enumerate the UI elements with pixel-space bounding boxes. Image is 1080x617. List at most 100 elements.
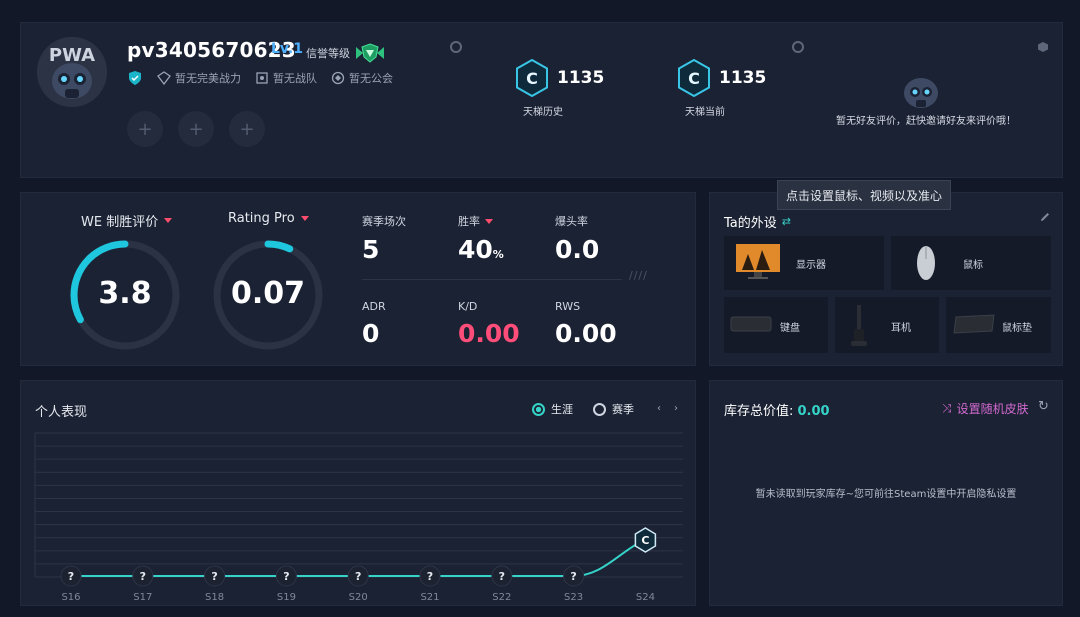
- ladder-current-value: 1135: [719, 68, 767, 88]
- stat-value: 0.00: [555, 319, 617, 348]
- add-slot-button[interactable]: +: [229, 111, 265, 147]
- gear-headset-label: 耳机: [891, 323, 911, 334]
- stat-headshot: 爆头率 0.0: [555, 213, 599, 264]
- hatch-decoration: ////: [629, 269, 648, 282]
- random-skin-label: 设置随机皮肤: [956, 402, 1029, 416]
- season-tick-label: S19: [277, 592, 296, 603]
- badge-row: 暂无完美战力 暂无战队 暂无公会: [127, 70, 393, 86]
- season-tick-label: S23: [564, 592, 583, 603]
- season-tick-label: S21: [420, 592, 439, 603]
- stat-label: 胜率: [458, 215, 480, 228]
- stat-label: ADR: [362, 300, 386, 313]
- performance-panel: 个人表现 生涯 赛季 ‹ › ? S16? S17? S18? S19? S20? S21?…: [20, 380, 696, 606]
- stat-value: 40%: [458, 235, 504, 264]
- rating-pro-value: 0.07: [230, 276, 306, 311]
- unknown-rank-mark: ?: [140, 570, 146, 583]
- team-icon: [256, 72, 268, 84]
- badge-slots: + + +: [127, 111, 265, 147]
- season-tick-label: S22: [492, 592, 511, 603]
- monitor-icon: [736, 244, 780, 279]
- stat-label: K/D: [458, 300, 478, 313]
- gear-title-row: Ta的外设 ⇄: [724, 212, 791, 231]
- stat-label: 爆头率: [555, 215, 588, 228]
- gear-panel: Ta的外设 ⇄ 显示器 鼠标 键盘 耳机 鼠标垫: [709, 192, 1063, 366]
- ladder-history-value: 1135: [557, 68, 605, 88]
- unknown-rank-mark: ?: [355, 570, 361, 583]
- mousepad-icon: [953, 314, 995, 334]
- rating-pro-label: Rating Pro: [228, 211, 295, 226]
- performance-chart: ? S16? S17? S18? S19? S20? S21? S22? S23 C S24: [34, 432, 683, 603]
- headset-icon: [851, 305, 867, 346]
- refresh-icon[interactable]: ↻: [1038, 399, 1049, 414]
- level-badge: Lv.1: [271, 41, 303, 57]
- season-tick-label: S16: [61, 592, 80, 603]
- badge-power-label: 暂无完美战力: [175, 72, 241, 85]
- season-tick-label: S18: [205, 592, 224, 603]
- gear-card-mouse[interactable]: 鼠标: [891, 236, 1051, 290]
- shuffle-icon: ⤨: [942, 401, 952, 415]
- unknown-rank-mark: ?: [68, 570, 74, 583]
- stat-winrate[interactable]: 胜率 40%: [458, 213, 504, 264]
- ladder-current-label: 天梯当前: [685, 107, 725, 118]
- stat-value: 5: [362, 235, 380, 264]
- trust-level[interactable]: 信誉等级: [306, 43, 386, 63]
- we-rating-title[interactable]: WE 制胜评价: [81, 211, 173, 230]
- settings-gear-icon[interactable]: [450, 41, 462, 53]
- svg-text:C: C: [688, 69, 700, 88]
- stat-value: 0: [362, 319, 380, 348]
- rating-pro-title[interactable]: Rating Pro: [228, 211, 309, 226]
- gear-mouse-label: 鼠标: [963, 260, 983, 271]
- stat-label: 赛季场次: [362, 215, 406, 228]
- gear-card-headset[interactable]: 耳机: [835, 297, 939, 353]
- gear-keyboard-label: 键盘: [780, 323, 800, 334]
- percent-unit: %: [492, 248, 504, 261]
- shuffle-icon[interactable]: ⇄: [782, 215, 791, 228]
- gear-card-mousepad[interactable]: 鼠标垫: [946, 297, 1051, 353]
- ladder-history-label: 天梯历史: [523, 107, 563, 118]
- gear-card-monitor[interactable]: 显示器: [724, 236, 884, 290]
- badge-power[interactable]: 暂无完美战力: [157, 70, 241, 86]
- random-skin-button[interactable]: ⤨ 设置随机皮肤: [942, 400, 1029, 417]
- add-slot-button[interactable]: +: [127, 111, 163, 147]
- ladder-history: C 1135 天梯历史: [515, 59, 604, 118]
- cube-icon[interactable]: [1037, 41, 1049, 53]
- gear-card-keyboard[interactable]: 键盘: [724, 297, 828, 353]
- rank-c-icon: C: [516, 59, 548, 97]
- divider: [362, 279, 622, 280]
- trust-label: 信誉等级: [306, 47, 350, 60]
- unknown-rank-mark: ?: [499, 570, 505, 583]
- add-slot-button[interactable]: +: [178, 111, 214, 147]
- ladder-current: C 1135 天梯当前: [677, 59, 766, 118]
- friend-mascot-icon: [904, 78, 938, 108]
- stat-value: 0.00: [458, 319, 520, 348]
- inventory-panel: 库存总价值: 0.00 ⤨ 设置随机皮肤 ↻ 暂未读取到玩家库存~您可前往Ste…: [709, 380, 1063, 606]
- badge-team[interactable]: 暂无战队: [255, 70, 317, 86]
- profile-panel: PWA pv3405670623 Lv.1 信誉等级 暂无完美战力 暂无战队 暂…: [20, 22, 1063, 178]
- shield-check-icon: [129, 71, 141, 85]
- stat-label: RWS: [555, 300, 581, 313]
- badge-guild[interactable]: 暂无公会: [331, 70, 393, 86]
- trust-shield-icon: [356, 43, 384, 63]
- we-rating-value: 3.8: [98, 276, 152, 311]
- season-tick-label: S24: [636, 592, 655, 603]
- gear-monitor-label: 显示器: [796, 260, 826, 271]
- rank-c-icon: C: [678, 59, 710, 97]
- inventory-title-row: 库存总价值: 0.00: [724, 400, 830, 419]
- keyboard-icon: [730, 316, 772, 332]
- guild-icon: [331, 71, 345, 85]
- season-tick-label: S17: [133, 592, 152, 603]
- stat-adr: ADR 0: [362, 300, 386, 348]
- stat-matches: 赛季场次 5: [362, 213, 406, 264]
- unknown-rank-mark: ?: [570, 570, 576, 583]
- season-tick-label: S20: [349, 592, 368, 603]
- inventory-value: 0.00: [797, 404, 830, 419]
- dropdown-caret-icon: [164, 218, 173, 223]
- stat-value: 0.0: [555, 235, 600, 264]
- gear-tooltip: 点击设置鼠标、视频以及准心: [777, 180, 951, 210]
- inventory-empty-note: 暂未读取到玩家库存~您可前往Steam设置中开启隐私设置: [755, 489, 1017, 500]
- unknown-rank-mark: ?: [283, 570, 289, 583]
- dropdown-caret-icon: [485, 218, 493, 224]
- settings-gear-icon[interactable]: [792, 41, 804, 53]
- avatar[interactable]: PWA: [37, 37, 107, 107]
- edit-icon[interactable]: [1039, 211, 1051, 223]
